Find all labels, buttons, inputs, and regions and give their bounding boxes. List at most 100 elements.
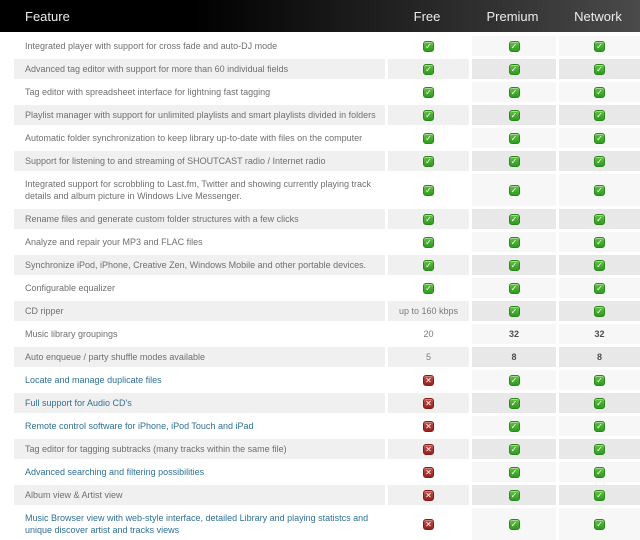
feature-cell: Auto enqueue / party shuffle modes avail… — [14, 347, 385, 367]
table-row: Album view & Artist view ✕ ✓ ✓ — [14, 485, 640, 505]
premium-value-cell: ✓ — [469, 485, 556, 505]
check-icon: ✓ — [594, 467, 605, 478]
check-icon: ✓ — [509, 283, 520, 294]
check-icon: ✓ — [509, 156, 520, 167]
feature-cell: Remote control software for iPhone, iPod… — [14, 416, 385, 436]
feature-cell: CD ripper — [14, 301, 385, 321]
feature-label[interactable]: Advanced searching and filtering possibi… — [25, 466, 204, 478]
network-value-cell: ✓ — [556, 439, 640, 459]
check-icon: ✓ — [594, 283, 605, 294]
check-icon: ✓ — [509, 444, 520, 455]
feature-label[interactable]: Full support for Audio CD's — [25, 397, 132, 409]
network-value-cell: ✓ — [556, 370, 640, 390]
check-icon: ✓ — [509, 421, 520, 432]
check-icon: ✓ — [509, 64, 520, 75]
check-icon: ✓ — [423, 214, 434, 225]
table-row: Playlist manager with support for unlimi… — [14, 105, 640, 125]
check-icon: ✓ — [509, 41, 520, 52]
check-icon: ✓ — [423, 260, 434, 271]
network-value-cell: ✓ — [556, 416, 640, 436]
check-icon: ✓ — [423, 87, 434, 98]
cross-icon: ✕ — [423, 467, 434, 478]
table-row: Auto enqueue / party shuffle modes avail… — [14, 347, 640, 367]
feature-label[interactable]: Locate and manage duplicate files — [25, 374, 162, 386]
check-icon: ✓ — [594, 306, 605, 317]
feature-cell: Configurable equalizer — [14, 278, 385, 298]
premium-value-cell: ✓ — [469, 232, 556, 252]
free-value-cell: ✕ — [385, 462, 469, 482]
value-text: 32 — [594, 329, 604, 339]
feature-cell: Automatic folder synchronization to keep… — [14, 128, 385, 148]
feature-label: Configurable equalizer — [25, 282, 115, 294]
feature-cell: Support for listening to and streaming o… — [14, 151, 385, 171]
check-icon: ✓ — [594, 110, 605, 121]
check-icon: ✓ — [509, 110, 520, 121]
check-icon: ✓ — [594, 185, 605, 196]
check-icon: ✓ — [594, 156, 605, 167]
network-value-cell: ✓ — [556, 82, 640, 102]
feature-label: Auto enqueue / party shuffle modes avail… — [25, 351, 205, 363]
check-icon: ✓ — [509, 398, 520, 409]
column-header-free: Free — [385, 9, 469, 24]
value-text: 32 — [509, 329, 519, 339]
table-row: Tag editor for tagging subtracks (many t… — [14, 439, 640, 459]
feature-label: Analyze and repair your MP3 and FLAC fil… — [25, 236, 203, 248]
check-icon: ✓ — [423, 185, 434, 196]
network-value-cell: ✓ — [556, 485, 640, 505]
check-icon: ✓ — [423, 237, 434, 248]
premium-value-cell: ✓ — [469, 301, 556, 321]
premium-value-cell: ✓ — [469, 151, 556, 171]
feature-label: Tag editor with spreadsheet interface fo… — [25, 86, 270, 98]
value-text: 8 — [511, 352, 516, 362]
feature-cell: Music Browser view with web-style interf… — [14, 508, 385, 540]
column-header-feature: Feature — [0, 9, 385, 24]
check-icon: ✓ — [509, 375, 520, 386]
premium-value-cell: ✓ — [469, 393, 556, 413]
check-icon: ✓ — [509, 490, 520, 501]
cross-icon: ✕ — [423, 375, 434, 386]
check-icon: ✓ — [423, 133, 434, 144]
network-value-cell: ✓ — [556, 462, 640, 482]
free-value-cell: ✕ — [385, 370, 469, 390]
table-row: Music Browser view with web-style interf… — [14, 508, 640, 540]
feature-label: Playlist manager with support for unlimi… — [25, 109, 376, 121]
feature-label: Tag editor for tagging subtracks (many t… — [25, 443, 287, 455]
network-value-cell: ✓ — [556, 301, 640, 321]
check-icon: ✓ — [594, 421, 605, 432]
feature-cell: Music library groupings — [14, 324, 385, 344]
check-icon: ✓ — [594, 237, 605, 248]
feature-cell: Analyze and repair your MP3 and FLAC fil… — [14, 232, 385, 252]
feature-label: Rename files and generate custom folder … — [25, 213, 299, 225]
feature-comparison-page: Feature Free Premium Network Integrated … — [0, 0, 640, 540]
feature-cell: Locate and manage duplicate files — [14, 370, 385, 390]
free-value-cell: ✓ — [385, 128, 469, 148]
free-value-cell: ✓ — [385, 82, 469, 102]
check-icon: ✓ — [509, 519, 520, 530]
feature-label: Music library groupings — [25, 328, 118, 340]
premium-value-cell: 32 — [469, 324, 556, 344]
table-row: Tag editor with spreadsheet interface fo… — [14, 82, 640, 102]
network-value-cell: ✓ — [556, 151, 640, 171]
table-row: Synchronize iPod, iPhone, Creative Zen, … — [14, 255, 640, 275]
check-icon: ✓ — [594, 444, 605, 455]
table-row: Analyze and repair your MP3 and FLAC fil… — [14, 232, 640, 252]
table-row: Integrated player with support for cross… — [14, 36, 640, 56]
feature-label[interactable]: Remote control software for iPhone, iPod… — [25, 420, 253, 432]
premium-value-cell: 8 — [469, 347, 556, 367]
check-icon: ✓ — [594, 260, 605, 271]
free-value-cell: 5 — [385, 347, 469, 367]
premium-value-cell: ✓ — [469, 209, 556, 229]
free-value-cell: ✓ — [385, 36, 469, 56]
premium-value-cell: ✓ — [469, 174, 556, 206]
feature-label[interactable]: Music Browser view with web-style interf… — [25, 512, 379, 536]
feature-label: Advanced tag editor with support for mor… — [25, 63, 288, 75]
check-icon: ✓ — [594, 64, 605, 75]
table-row: CD ripper up to 160 kbps ✓ ✓ — [14, 301, 640, 321]
network-value-cell: 8 — [556, 347, 640, 367]
free-value-cell: up to 160 kbps — [385, 301, 469, 321]
premium-value-cell: ✓ — [469, 508, 556, 540]
table-row: Full support for Audio CD's ✕ ✓ ✓ — [14, 393, 640, 413]
cross-icon: ✕ — [423, 444, 434, 455]
free-value-cell: ✓ — [385, 209, 469, 229]
table-row: Rename files and generate custom folder … — [14, 209, 640, 229]
